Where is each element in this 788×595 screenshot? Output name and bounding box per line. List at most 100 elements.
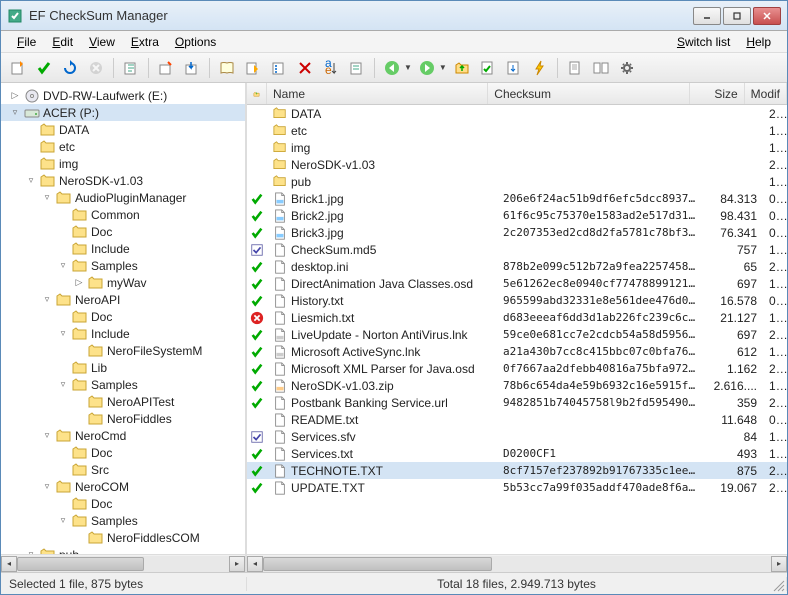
tree-toggle-icon[interactable]: ▿ xyxy=(41,294,53,306)
tree-toggle-icon[interactable]: ▿ xyxy=(9,107,21,119)
stop-icon[interactable] xyxy=(85,57,107,79)
tree-item[interactable]: NeroAPITest xyxy=(1,393,245,410)
tree-toggle-icon[interactable] xyxy=(25,124,37,136)
tree-toggle-icon[interactable] xyxy=(57,447,69,459)
list-row[interactable]: CheckSum.md575719.01 xyxy=(247,241,787,258)
tree-item[interactable]: Src xyxy=(1,461,245,478)
tree-toggle-icon[interactable] xyxy=(57,464,69,476)
tree-item[interactable]: Doc xyxy=(1,223,245,240)
gear-icon[interactable] xyxy=(616,57,638,79)
tree-toggle-icon[interactable] xyxy=(73,413,85,425)
tree-toggle-icon[interactable] xyxy=(73,532,85,544)
tree-toggle-icon[interactable] xyxy=(73,396,85,408)
tree-item[interactable]: ▿Include xyxy=(1,325,245,342)
sort-icon[interactable]: ae xyxy=(320,57,342,79)
tree-item[interactable]: Doc xyxy=(1,495,245,512)
verify-icon[interactable] xyxy=(33,57,55,79)
refresh-icon[interactable] xyxy=(59,57,81,79)
tree-item[interactable]: ▿NeroCOM xyxy=(1,478,245,495)
tree-hscrollbar[interactable]: ◂ ▸ xyxy=(1,554,245,572)
scroll-right-icon[interactable]: ▸ xyxy=(229,556,245,572)
tree-toggle-icon[interactable] xyxy=(57,209,69,221)
list-row[interactable]: img19.01 xyxy=(247,139,787,156)
checksum-column[interactable]: Checksum xyxy=(488,83,690,104)
minimize-button[interactable] xyxy=(693,7,721,25)
list-row[interactable]: Postbank Banking Service.url9482851b7404… xyxy=(247,394,787,411)
list-row[interactable]: Microsoft ActiveSync.lnka21a430b7cc8c415… xyxy=(247,343,787,360)
doc-arrow-icon[interactable] xyxy=(503,57,525,79)
forward-button[interactable]: ▼ xyxy=(416,57,447,79)
tree-item[interactable]: Doc xyxy=(1,308,245,325)
list-row[interactable]: NeroSDK-v1.0326.03 xyxy=(247,156,787,173)
resize-grip-icon[interactable] xyxy=(772,579,786,593)
tree-item[interactable]: Include xyxy=(1,240,245,257)
maximize-button[interactable] xyxy=(723,7,751,25)
file-list[interactable]: DATA26.03etc19.01img19.01NeroSDK-v1.0326… xyxy=(247,105,787,554)
doc-check-icon[interactable] xyxy=(477,57,499,79)
tree-item[interactable]: ▿AudioPluginManager xyxy=(1,189,245,206)
list-row[interactable]: Brick1.jpg206e6f24ac51b9df6efc5dcc8937b5… xyxy=(247,190,787,207)
tree-item[interactable]: Doc xyxy=(1,444,245,461)
menu-help[interactable]: Help xyxy=(738,33,779,51)
up-column[interactable] xyxy=(247,83,267,104)
filter-icon[interactable] xyxy=(346,57,368,79)
modified-column[interactable]: Modif xyxy=(745,83,787,104)
compare-icon[interactable] xyxy=(590,57,612,79)
tree-toggle-icon[interactable] xyxy=(57,362,69,374)
tree-item[interactable]: NeroFiddlesCOM xyxy=(1,529,245,546)
properties-icon[interactable] xyxy=(268,57,290,79)
back-dropdown-icon[interactable]: ▼ xyxy=(404,63,412,72)
menu-view[interactable]: View xyxy=(81,33,123,51)
rename-icon[interactable] xyxy=(242,57,264,79)
menu-edit[interactable]: Edit xyxy=(44,33,81,51)
tree-item[interactable]: ▷myWav xyxy=(1,274,245,291)
tree-toggle-icon[interactable] xyxy=(57,243,69,255)
tree-item[interactable]: DATA xyxy=(1,121,245,138)
list-row[interactable]: NeroSDK-v1.03.zip78b6c654da4e59b6932c16e… xyxy=(247,377,787,394)
tree-item[interactable]: ▿NeroCmd xyxy=(1,427,245,444)
menu-extra[interactable]: Extra xyxy=(123,33,167,51)
list-row[interactable]: LiveUpdate - Norton AntiVirus.lnk59ce0e6… xyxy=(247,326,787,343)
list-row[interactable]: TECHNOTE.TXT8cf7157ef237892b91767335c1ee… xyxy=(247,462,787,479)
close-button[interactable] xyxy=(753,7,781,25)
tree-toggle-icon[interactable]: ▿ xyxy=(25,175,37,187)
tree-toggle-icon[interactable]: ▷ xyxy=(9,90,21,102)
tree-toggle-icon[interactable]: ▿ xyxy=(57,328,69,340)
tree-item[interactable]: img xyxy=(1,155,245,172)
tree-toggle-icon[interactable] xyxy=(57,311,69,323)
tree-toggle-icon[interactable]: ▿ xyxy=(57,260,69,272)
list-row[interactable]: README.txt11.64802.06 xyxy=(247,411,787,428)
menu-options[interactable]: Options xyxy=(167,33,224,51)
list-row[interactable]: Brick3.jpg2c207353ed2cd8d2fa5781c78bf300… xyxy=(247,224,787,241)
forward-icon[interactable] xyxy=(416,57,438,79)
forward-dropdown-icon[interactable]: ▼ xyxy=(439,63,447,72)
edit-icon[interactable] xyxy=(120,57,142,79)
tree-item[interactable]: ▿Samples xyxy=(1,512,245,529)
new-checksum-icon[interactable] xyxy=(7,57,29,79)
list-row[interactable]: UPDATE.TXT5b53cc7a99f035addf470ade8f6af0… xyxy=(247,479,787,496)
tree-toggle-icon[interactable] xyxy=(25,141,37,153)
tree-toggle-icon[interactable] xyxy=(73,345,85,357)
folder-tree[interactable]: ▷DVD-RW-Laufwerk (E:)▿ACER (P:)DATAetcim… xyxy=(1,83,245,554)
tree-toggle-icon[interactable] xyxy=(25,158,37,170)
tree-item[interactable]: ▿pub xyxy=(1,546,245,554)
list-row[interactable]: Liesmich.txtd683eeeaf6dd3d1ab226fc239c6c… xyxy=(247,309,787,326)
tree-item[interactable]: NeroFileSystemM xyxy=(1,342,245,359)
page-icon[interactable] xyxy=(564,57,586,79)
up-folder-icon[interactable] xyxy=(451,57,473,79)
menu-switch-list[interactable]: Switch list xyxy=(669,33,738,51)
tree-toggle-icon[interactable]: ▷ xyxy=(73,277,85,289)
menu-file[interactable]: File xyxy=(9,33,44,51)
tree-toggle-icon[interactable]: ▿ xyxy=(41,481,53,493)
list-row[interactable]: Services.sfv8419.01 xyxy=(247,428,787,445)
name-column[interactable]: Name xyxy=(267,83,488,104)
tree-item[interactable]: ▿Samples xyxy=(1,376,245,393)
tree-toggle-icon[interactable] xyxy=(57,498,69,510)
tree-toggle-icon[interactable]: ▿ xyxy=(41,430,53,442)
list-row[interactable]: Brick2.jpg61f6c95c75370e1583ad2e517d314d… xyxy=(247,207,787,224)
tree-item[interactable]: etc xyxy=(1,138,245,155)
size-column[interactable]: Size xyxy=(690,83,744,104)
list-hscrollbar[interactable]: ◂ ▸ xyxy=(247,554,787,572)
list-row[interactable]: Microsoft XML Parser for Java.osd0f7667a… xyxy=(247,360,787,377)
scroll-left-icon[interactable]: ◂ xyxy=(247,556,263,572)
